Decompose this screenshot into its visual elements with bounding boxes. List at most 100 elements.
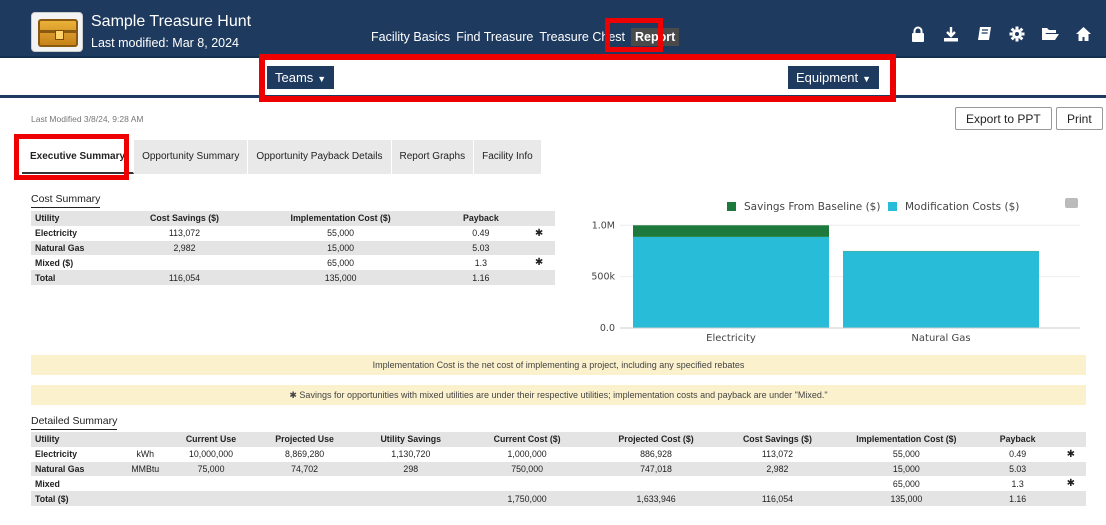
tab-opportunity-summary[interactable]: Opportunity Summary xyxy=(134,140,249,174)
tab-facility-info[interactable]: Facility Info xyxy=(474,140,542,174)
table-cell: 65,000 xyxy=(327,257,355,268)
table-cell: 1,130,720 xyxy=(391,449,431,460)
col-cost-savings: Cost Savings ($) xyxy=(721,432,834,447)
table-cell: 2,982 xyxy=(126,240,243,256)
col-projected-use: Projected Use xyxy=(251,432,358,447)
table-cell xyxy=(251,491,358,506)
table-cell: 10,000,000 xyxy=(189,449,234,460)
table-row: Electricity kWh 10,000,000 8,869,280 1,130,7… xyxy=(31,447,1086,462)
print-button[interactable]: Print xyxy=(1056,107,1103,130)
app-title: Sample Treasure Hunt xyxy=(91,13,252,30)
table-cell: Natural Gas xyxy=(31,240,127,256)
table-row: Natural Gas MMBtu 75,000 74,702 298 750,000 74… xyxy=(31,461,1086,477)
table-cell: 1.3 xyxy=(1011,478,1024,489)
col-utility-savings: Utility Savings xyxy=(357,432,464,447)
highlight-executive-tab xyxy=(14,134,129,180)
col-payback: Payback xyxy=(438,211,524,226)
table-cell: 298 xyxy=(357,461,464,477)
col-payback: Payback xyxy=(979,432,1056,447)
table-cell: Natural Gas xyxy=(31,461,120,477)
col-cost-savings: Cost Savings ($) xyxy=(126,211,243,226)
table-cell xyxy=(171,476,252,491)
gear-icon[interactable] xyxy=(1008,26,1026,47)
highlight-report-nav xyxy=(605,18,663,52)
bar-modification-cost xyxy=(633,236,829,328)
flag-cell xyxy=(523,270,555,285)
col-unit xyxy=(120,432,171,447)
flag-cell: ✱ xyxy=(1066,448,1075,460)
table-cell xyxy=(126,255,242,270)
home-icon[interactable] xyxy=(1074,26,1092,47)
col-utility: Utility xyxy=(31,432,120,447)
top-icons xyxy=(909,26,1092,47)
flag-cell: ✱ xyxy=(1066,478,1075,490)
table-cell xyxy=(120,476,171,491)
table-cell: 0.49 xyxy=(1009,449,1027,460)
table-cell: 747,018 xyxy=(590,461,722,477)
table-cell: 1,633,946 xyxy=(590,491,722,506)
table-cell xyxy=(358,476,464,491)
tab-opportunity-payback-details[interactable]: Opportunity Payback Details xyxy=(248,140,392,174)
table-cell: Mixed xyxy=(35,478,60,489)
table-cell: 116,054 xyxy=(721,491,834,506)
table-cell xyxy=(251,476,357,491)
nav-facility-basics[interactable]: Facility Basics xyxy=(371,30,450,44)
camera-icon[interactable] xyxy=(1065,198,1078,208)
col-current-cost: Current Cost ($) xyxy=(463,432,591,447)
y-tick-label: 1.0M xyxy=(592,220,615,231)
table-row: Total 116,054 135,000 1.16 xyxy=(31,270,555,285)
table-cell: 55,000 xyxy=(892,449,920,460)
table-cell: Electricity xyxy=(35,449,78,460)
table-cell xyxy=(170,491,252,506)
flag-cell: ✱ xyxy=(534,227,544,239)
table-cell: MMBtu xyxy=(120,461,171,477)
table-cell: 15,000 xyxy=(833,461,980,477)
table-cell: 75,000 xyxy=(170,461,252,477)
download-icon[interactable] xyxy=(942,26,960,47)
table-row: Mixed 65,000 1.3 ✱ xyxy=(31,476,1086,491)
table-cell: 113,072 xyxy=(761,449,793,460)
top-header: Sample Treasure Hunt Last modified: Mar … xyxy=(0,0,1106,58)
table-cell: 1,000,000 xyxy=(507,449,547,460)
last-modified-date: Last modified: Mar 8, 2024 xyxy=(91,36,239,50)
table-cell: Electricity xyxy=(35,228,78,239)
bar-modification-cost xyxy=(843,251,1039,328)
col-utility: Utility xyxy=(31,211,127,226)
flag-cell xyxy=(1055,461,1086,477)
table-cell: 116,054 xyxy=(126,270,243,285)
highlight-filters xyxy=(259,54,896,102)
table-cell: Total ($) xyxy=(31,491,120,506)
col-flag xyxy=(1055,432,1086,447)
table-cell: 0.49 xyxy=(472,228,490,239)
table-cell: 1.3 xyxy=(474,257,487,268)
table-cell: Mixed ($) xyxy=(35,257,74,268)
cost-chart: Savings From Baseline ($) Modification Co… xyxy=(591,201,1080,344)
book-icon[interactable] xyxy=(975,26,993,47)
table-row: Electricity 113,072 55,000 0.49 ✱ xyxy=(31,226,555,241)
table-cell xyxy=(357,491,464,506)
table-cell: 1.16 xyxy=(438,270,524,285)
y-tick-label: 500k xyxy=(591,272,615,283)
y-tick-label: 0.0 xyxy=(600,323,615,334)
table-cell xyxy=(590,476,721,491)
cost-summary-title: Cost Summary xyxy=(31,193,101,208)
tab-report-graphs[interactable]: Report Graphs xyxy=(391,140,475,174)
flag-cell: ✱ xyxy=(534,257,544,269)
legend-swatch xyxy=(727,202,736,211)
lock-icon[interactable] xyxy=(909,26,927,47)
flag-cell xyxy=(523,240,555,256)
table-cell: 15,000 xyxy=(242,240,439,256)
table-cell: 886,928 xyxy=(640,449,672,460)
nav-find-treasure[interactable]: Find Treasure xyxy=(456,30,533,44)
table-cell: 1,750,000 xyxy=(463,491,591,506)
table-cell: 2,982 xyxy=(721,461,834,477)
export-ppt-button[interactable]: Export to PPT xyxy=(955,107,1052,130)
table-row: Total ($) 1,750,000 1,633,946 116,054 135,00… xyxy=(31,491,1086,506)
x-tick-label: Natural Gas xyxy=(911,333,970,344)
folder-open-icon[interactable] xyxy=(1041,26,1059,47)
col-flag xyxy=(523,211,555,226)
x-tick-label: Electricity xyxy=(706,333,756,344)
table-cell: kWh xyxy=(136,449,155,460)
table-cell: Total xyxy=(31,270,127,285)
cost-summary-table: Utility Cost Savings ($) Implementation … xyxy=(31,211,555,285)
